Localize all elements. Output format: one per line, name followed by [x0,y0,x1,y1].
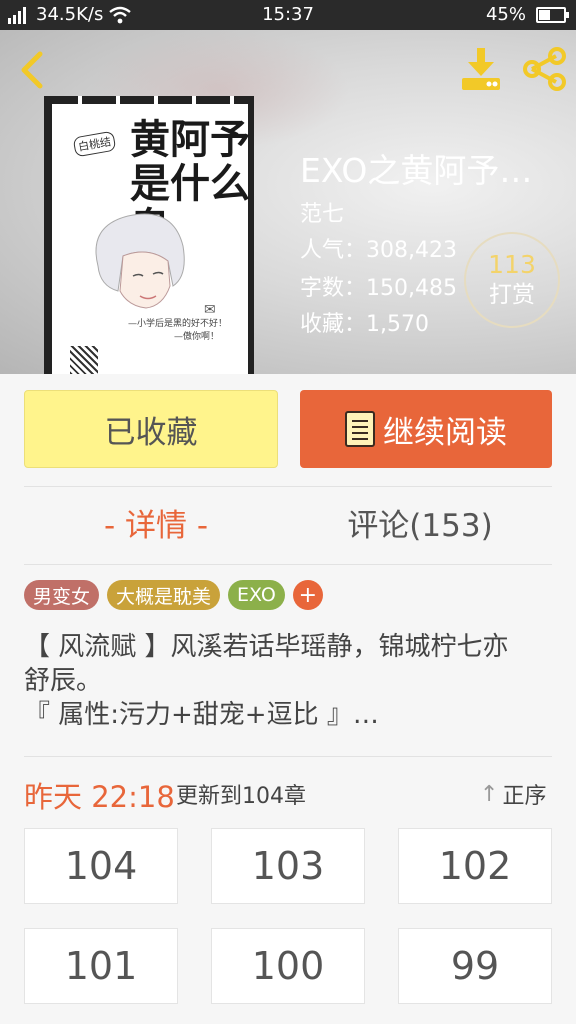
divider [24,756,552,757]
cover-hatch [70,346,98,374]
chapter-button[interactable]: 99 [398,928,552,1004]
tag-item[interactable]: EXO [228,580,285,610]
tag-item[interactable]: 男变女 [24,580,100,610]
update-time: 昨天 22:18 [24,780,175,814]
favorite-button[interactable]: 已收藏 [24,390,278,468]
cover-title-line1: 黄阿予 [130,116,250,163]
book-header: 白桃结 黄阿予 是什么鬼 ✉ —小学后是黑的好不好！ —傲你啊！ EXO之黄阿予… [0,30,576,374]
battery-percent: 45% [485,4,526,25]
divider [24,564,552,565]
chapter-button[interactable]: 102 [398,828,552,904]
status-right: 45% [485,4,569,25]
download-icon[interactable] [456,44,506,94]
share-icon[interactable] [520,46,568,92]
chapter-button[interactable]: 101 [24,928,178,1004]
cover-quote: —小学后是黑的好不好！ —傲你啊！ [128,318,227,344]
mail-icon: ✉ [204,302,216,318]
cover-quote-line1: —小学后是黑的好不好！ [128,319,228,329]
continue-reading-button[interactable]: 继续阅读 [300,390,552,468]
cover-illustration [95,213,185,309]
divider [24,486,552,487]
chapter-button[interactable]: 103 [211,828,365,904]
book-title: EXO之黄阿予… [300,151,533,190]
add-tag-button[interactable]: + [292,580,323,610]
continue-reading-label: 继续阅读 [383,414,507,451]
update-text: 更新到104章 [176,784,306,809]
favorites-stat: 收藏：1,570 [300,312,429,337]
tab-detail[interactable]: - 详情 - [24,500,288,545]
battery-icon [536,6,569,23]
book-cover[interactable]: 白桃结 黄阿予 是什么鬼 ✉ —小学后是黑的好不好！ —傲你啊！ [44,96,254,374]
tip-count: 113 [488,250,536,279]
tip-label: 打赏 [489,282,535,308]
tip-button[interactable]: 113 打赏 [464,232,560,328]
favorite-label: 已收藏 [104,414,198,451]
chapter-button[interactable]: 100 [211,928,365,1004]
back-icon[interactable] [12,48,52,92]
summary-line: 【 风流赋 】风溪若话毕瑶静，锦城柠七亦 [24,632,509,662]
sort-label: 正序 [502,784,547,809]
popularity-stat: 人气：308,423 [300,238,457,263]
battery-fill [539,9,550,20]
cover-quote-line2: —傲你啊！ [174,332,220,342]
sort-order-button[interactable]: ↑ 正序 [480,778,546,810]
arrow-up-icon: ↑ [480,781,499,807]
book-summary[interactable]: 【 风流赋 】风溪若话毕瑶静，锦城柠七亦 舒辰。 『 属性:污力+甜宠+逗比 』… [24,630,554,732]
cover-frame [44,96,52,374]
word-count-stat: 字数：150,485 [300,276,457,301]
status-bar: 34.5K/s 15:37 45% [0,0,576,30]
cover-tag: 白桃结 [72,130,117,158]
tag-list: 男变女 大概是耽美 EXO + [24,580,323,610]
book-icon [345,411,375,447]
summary-line: 舒辰。 [24,666,103,696]
chapter-button[interactable]: 104 [24,828,178,904]
cover-frame-top [44,96,254,104]
book-author[interactable]: 范七 [300,196,344,228]
tag-item[interactable]: 大概是耽美 [107,580,221,610]
tab-comments[interactable]: 评论(153) [288,500,552,545]
summary-line: 『 属性:污力+甜宠+逗比 』… [24,700,379,730]
